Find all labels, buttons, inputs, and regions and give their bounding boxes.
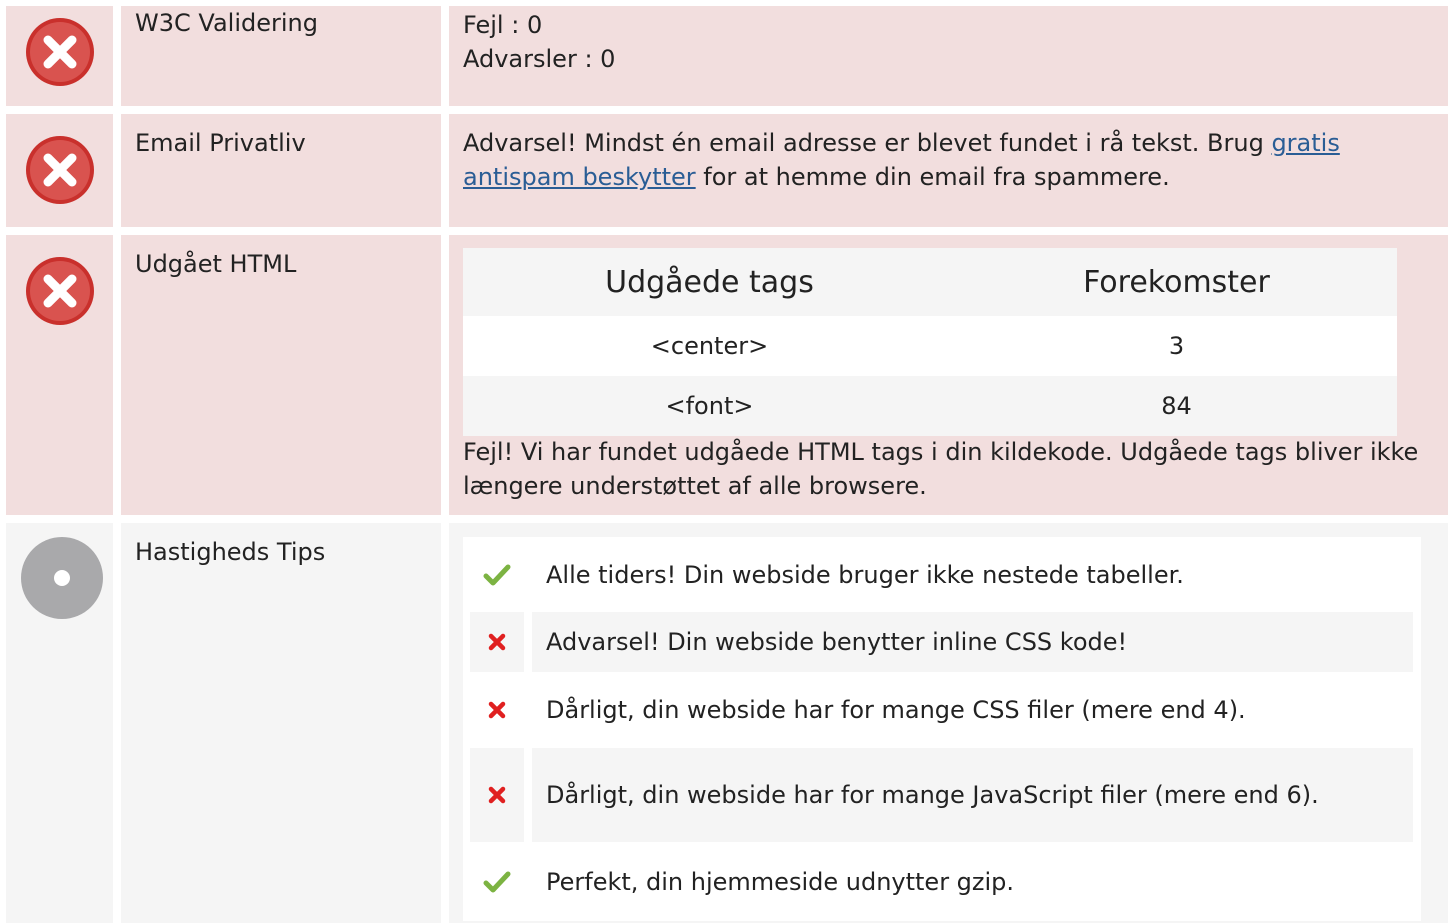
deprecated-html-row: Udgået HTML Udgåede tags Forekomster <ce… bbox=[0, 235, 1448, 515]
deprecated-note: Fejl! Vi har fundet udgåede HTML tags i … bbox=[463, 438, 1419, 500]
row-label: Email Privatliv bbox=[135, 129, 306, 157]
status-cell bbox=[6, 114, 113, 227]
table-row: <font> 84 bbox=[463, 376, 1397, 436]
w3c-errors: Fejl : 0 bbox=[463, 11, 543, 39]
w3c-warnings: Advarsler : 0 bbox=[463, 45, 616, 73]
tip-text: Advarsel! Din webside benytter inline CS… bbox=[546, 628, 1128, 656]
cross-icon bbox=[470, 680, 524, 740]
count-cell: 84 bbox=[955, 376, 1397, 436]
list-item: Alle tiders! Din webside bruger ikke nes… bbox=[470, 544, 1413, 606]
row-label: W3C Validering bbox=[135, 9, 318, 37]
check-icon bbox=[470, 850, 524, 914]
content-cell: Udgåede tags Forekomster <center> 3 <fon… bbox=[449, 235, 1448, 515]
status-cell bbox=[6, 235, 113, 515]
email-warning-text-end: for at hemme din email fra spammere. bbox=[695, 163, 1170, 191]
tip-text: Dårligt, din webside har for mange JavaS… bbox=[546, 781, 1319, 809]
tip-text: Perfekt, din hjemmeside udnytter gzip. bbox=[546, 868, 1015, 896]
content-cell: Advarsel! Mindst én email adresse er ble… bbox=[449, 114, 1448, 227]
speed-tips-row: Hastigheds Tips Alle tiders! Din webside… bbox=[0, 523, 1448, 923]
tip-text: Dårligt, din webside har for mange CSS f… bbox=[546, 696, 1246, 724]
label-cell: Udgået HTML bbox=[121, 235, 441, 515]
tag-cell: <center> bbox=[463, 316, 956, 376]
email-privacy-row: Email Privatliv Advarsel! Mindst én emai… bbox=[0, 114, 1448, 227]
error-icon bbox=[26, 18, 94, 86]
cross-icon bbox=[470, 748, 524, 842]
tip-text: Alle tiders! Din webside bruger ikke nes… bbox=[546, 561, 1184, 589]
neutral-status-icon bbox=[21, 537, 103, 619]
status-cell bbox=[6, 523, 113, 923]
error-icon bbox=[26, 136, 94, 204]
cross-icon bbox=[470, 612, 524, 672]
content-cell: Fejl : 0 Advarsler : 0 bbox=[449, 6, 1448, 106]
row-label: Udgået HTML bbox=[135, 250, 297, 278]
tag-cell: <font> bbox=[463, 376, 956, 436]
content-cell: Alle tiders! Din webside bruger ikke nes… bbox=[449, 523, 1448, 923]
check-icon bbox=[470, 544, 524, 606]
error-icon bbox=[26, 257, 94, 325]
count-cell: 3 bbox=[955, 316, 1397, 376]
label-cell: Hastigheds Tips bbox=[121, 523, 441, 923]
speed-tips-list: Alle tiders! Din webside bruger ikke nes… bbox=[463, 537, 1421, 921]
status-cell bbox=[6, 6, 113, 106]
row-label: Hastigheds Tips bbox=[135, 538, 326, 566]
column-header-occurrences: Forekomster bbox=[955, 248, 1397, 316]
list-item: Dårligt, din webside har for mange JavaS… bbox=[470, 748, 1413, 842]
label-cell: Email Privatliv bbox=[121, 114, 441, 227]
label-cell: W3C Validering bbox=[121, 6, 441, 106]
list-item: Advarsel! Din webside benytter inline CS… bbox=[470, 612, 1413, 672]
deprecated-tags-table: Udgåede tags Forekomster <center> 3 <fon… bbox=[463, 248, 1397, 436]
list-item: Dårligt, din webside har for mange CSS f… bbox=[470, 680, 1413, 740]
table-row: <center> 3 bbox=[463, 316, 1397, 376]
w3c-validation-row: W3C Validering Fejl : 0 Advarsler : 0 bbox=[0, 6, 1448, 106]
column-header-tags: Udgåede tags bbox=[463, 248, 956, 316]
list-item: Perfekt, din hjemmeside udnytter gzip. bbox=[470, 850, 1413, 914]
email-warning-text: Advarsel! Mindst én email adresse er ble… bbox=[463, 129, 1272, 157]
